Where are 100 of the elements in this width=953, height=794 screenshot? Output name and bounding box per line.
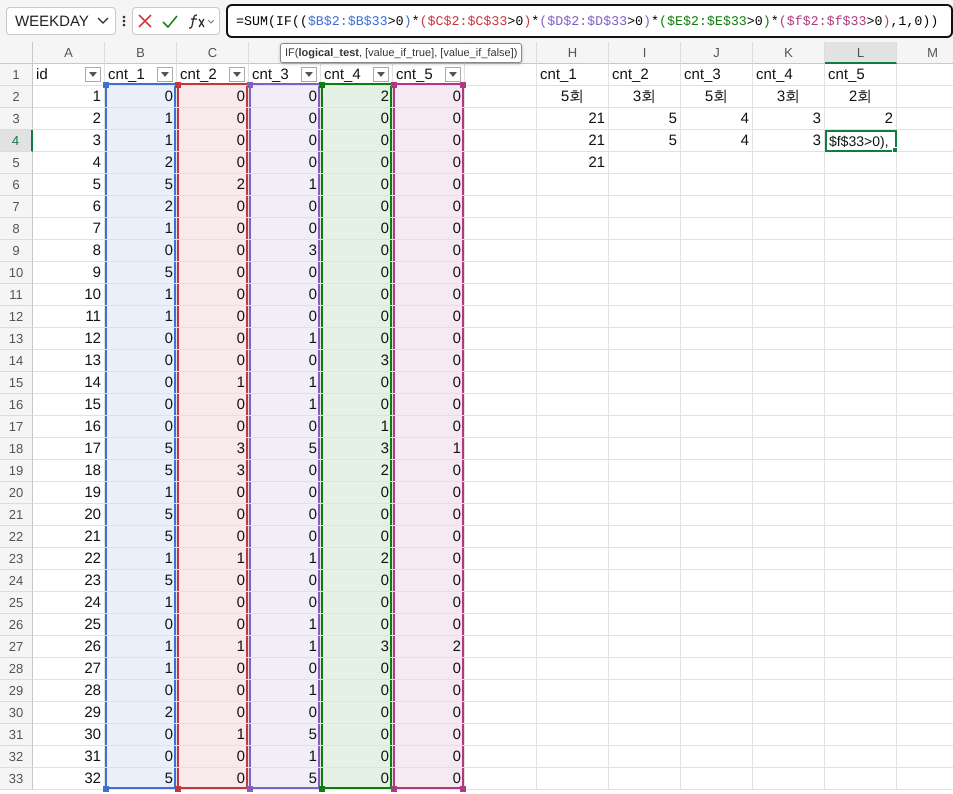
table-cell: 31 [33, 746, 105, 768]
table-cell: 1 [249, 372, 321, 394]
table-cell: 1 [177, 724, 249, 746]
table-cell: 3 [177, 460, 249, 482]
table-cell: 0 [321, 504, 393, 526]
table-cell: 22 [33, 548, 105, 570]
table-cell: 0 [393, 614, 465, 636]
table-cell: 0 [177, 262, 249, 284]
table-cell: 0 [321, 724, 393, 746]
table-cell: 0 [177, 218, 249, 240]
table-cell: 27 [33, 658, 105, 680]
table-cell: 0 [321, 746, 393, 768]
table-cell: 3 [321, 636, 393, 658]
table-cell: 0 [105, 350, 177, 372]
table-cell: 5 [105, 768, 177, 790]
table-cell: 0 [249, 108, 321, 130]
table-cell: 0 [249, 504, 321, 526]
table-cell: 5회 [537, 86, 609, 108]
table-cell: 0 [321, 526, 393, 548]
table-cell: 0 [321, 658, 393, 680]
table-cell: 1 [177, 372, 249, 394]
table-cell: 1 [177, 548, 249, 570]
table-cell: 0 [249, 350, 321, 372]
table-cell: 0 [249, 570, 321, 592]
table-cell: 21 [537, 152, 609, 174]
header-label: cnt_2 [180, 66, 217, 83]
table-cell: 0 [393, 702, 465, 724]
table-cell: 5 [33, 174, 105, 196]
table-cell: 3 [753, 130, 825, 152]
table-cell: 0 [249, 702, 321, 724]
table-cell: 2 [321, 460, 393, 482]
table-cell: 0 [177, 658, 249, 680]
table-cell: 12 [33, 328, 105, 350]
table-cell: 0 [393, 174, 465, 196]
table-cell: 5 [249, 724, 321, 746]
table-cell: 0 [177, 702, 249, 724]
table-cell: 0 [249, 306, 321, 328]
table-cell: 5 [105, 460, 177, 482]
table-cell: 1 [249, 636, 321, 658]
table-cell: 5 [105, 504, 177, 526]
table-cell: 0 [321, 614, 393, 636]
table-cell: 0 [177, 614, 249, 636]
table-cell: 9 [33, 262, 105, 284]
table-cell: 3 [33, 130, 105, 152]
table-cell: 0 [393, 658, 465, 680]
table-cell: 1 [105, 218, 177, 240]
table-cell: 21 [33, 526, 105, 548]
table-cell: 5 [609, 108, 681, 130]
table-cell: 24 [33, 592, 105, 614]
table-cell: 2 [105, 152, 177, 174]
table-cell: 0 [393, 328, 465, 350]
table-cell: 1 [249, 614, 321, 636]
table-cell: 7 [33, 218, 105, 240]
table-cell: 0 [249, 526, 321, 548]
table-cell: 1 [105, 636, 177, 658]
table-cell: 20 [33, 504, 105, 526]
table-cell: 0 [321, 284, 393, 306]
table-cell: 0 [249, 658, 321, 680]
table-cell: 0 [177, 86, 249, 108]
table-cell: 11 [33, 306, 105, 328]
function-tooltip: IF(logical_test, [value_if_true], [value_if_false]) [280, 43, 522, 63]
table-cell: 0 [177, 680, 249, 702]
table-cell: 1 [249, 680, 321, 702]
table-cell: 23 [33, 570, 105, 592]
table-cell: 5 [609, 130, 681, 152]
table-cell: 0 [249, 284, 321, 306]
table-cell: 2 [321, 86, 393, 108]
table-cell: 5 [105, 526, 177, 548]
table-cell: 0 [393, 592, 465, 614]
table-cell: 2 [33, 108, 105, 130]
table-cell: 5 [105, 570, 177, 592]
table-cell: 1 [249, 746, 321, 768]
table-cell: 25 [33, 614, 105, 636]
table-cell: 0 [177, 350, 249, 372]
table-cell: 0 [393, 746, 465, 768]
table-cell: 1 [105, 130, 177, 152]
table-cell: 1 [249, 548, 321, 570]
table-cell: 0 [393, 372, 465, 394]
table-cell: 3 [177, 438, 249, 460]
table-cell: 0 [393, 262, 465, 284]
table-cell: 0 [393, 504, 465, 526]
table-cell: 8 [33, 240, 105, 262]
table-cell: 4 [33, 152, 105, 174]
table-cell: 18 [33, 460, 105, 482]
table-cell: 0 [393, 196, 465, 218]
table-cell: 2 [321, 548, 393, 570]
table-cell: 0 [321, 702, 393, 724]
table-cell: 0 [105, 328, 177, 350]
table-cell: 3 [321, 350, 393, 372]
table-cell: cnt_1 [537, 64, 609, 86]
table-cell: 0 [177, 108, 249, 130]
table-cell: 21 [537, 130, 609, 152]
table-cell: 0 [393, 482, 465, 504]
table-cell: 28 [33, 680, 105, 702]
table-cell: 2회 [825, 86, 897, 108]
table-cell: cnt_5 [825, 64, 897, 86]
table-cell: 0 [393, 306, 465, 328]
table-cell: 0 [177, 570, 249, 592]
table-cell: 1 [249, 174, 321, 196]
header-label: id [36, 66, 48, 83]
